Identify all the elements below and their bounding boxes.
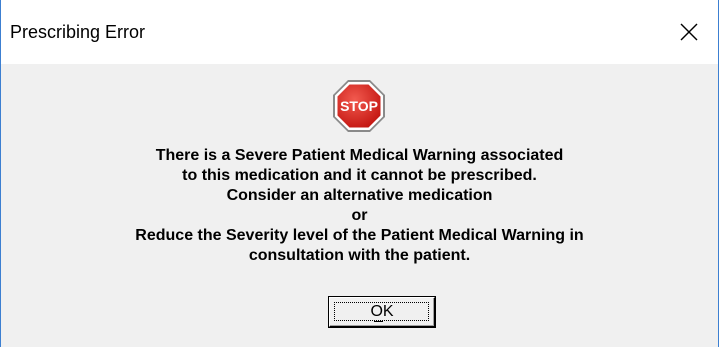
message-line: There is a Severe Patient Medical Warnin…: [155, 147, 564, 164]
dialog-window: Prescribing Error STOP There is a Severe…: [0, 0, 719, 347]
stop-sign-text: STOP: [340, 98, 378, 114]
ok-button[interactable]: OK: [329, 297, 435, 327]
dialog-body: STOP There is a Severe Patient Medical W…: [1, 64, 718, 347]
close-button[interactable]: [669, 14, 709, 50]
close-icon: [680, 23, 698, 41]
dialog-title: Prescribing Error: [10, 22, 146, 42]
message-line: consultation with the patient.: [248, 247, 471, 264]
message-line: to this medication and it cannot be pres…: [182, 167, 537, 184]
title-bar[interactable]: Prescribing Error: [1, 0, 718, 64]
message-line: Reduce the Severity level of the Patient…: [135, 227, 584, 244]
stop-sign-icon: STOP: [333, 80, 385, 132]
message-line: or: [351, 207, 368, 224]
ok-button-label: OK: [370, 303, 394, 320]
warning-message: There is a Severe Patient Medical Warnin…: [41, 146, 678, 266]
accelerator-underline: [374, 321, 383, 322]
message-line: Consider an alternative medication: [226, 187, 493, 204]
